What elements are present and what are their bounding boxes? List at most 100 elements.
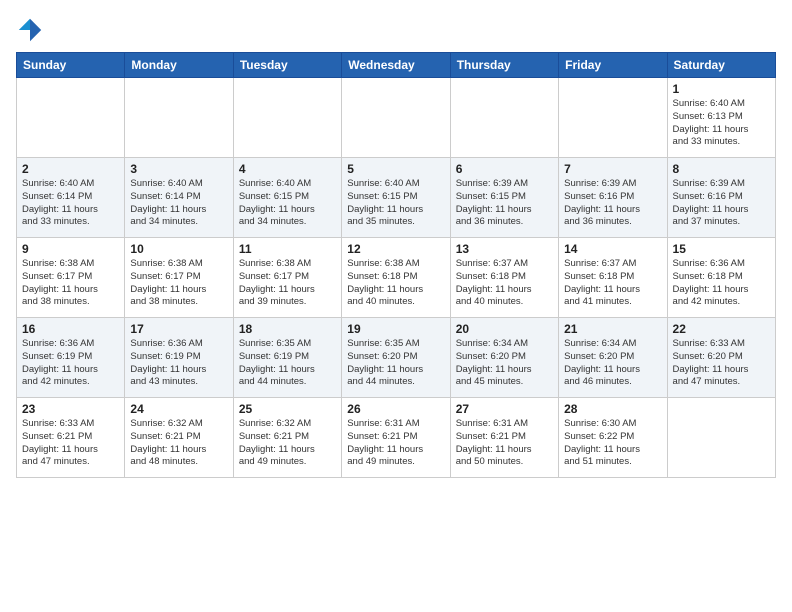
day-number: 18: [239, 322, 336, 336]
calendar-cell: [450, 78, 558, 158]
calendar-cell: 17 Sunrise: 6:36 AM Sunset: 6:19 PM Dayli…: [125, 318, 233, 398]
day-info: Sunrise: 6:36 AM Sunset: 6:19 PM Dayligh…: [22, 338, 119, 389]
day-number: 22: [673, 322, 770, 336]
day-info: Sunrise: 6:32 AM Sunset: 6:21 PM Dayligh…: [130, 418, 227, 469]
day-info: Sunrise: 6:31 AM Sunset: 6:21 PM Dayligh…: [456, 418, 553, 469]
day-number: 15: [673, 242, 770, 256]
calendar-cell: 25Sunrise: 6:32 AM Sunset: 6:21 PM Dayli…: [233, 398, 341, 478]
calendar-cell: 7 Sunrise: 6:39 AM Sunset: 6:16 PM Daylig…: [559, 158, 667, 238]
calendar-week-1: 1 Sunrise: 6:40 AM Sunset: 6:13 PM Daylig…: [17, 78, 776, 158]
calendar-cell: [342, 78, 450, 158]
day-info: Sunrise: 6:37 AM Sunset: 6:18 PM Dayligh…: [564, 258, 661, 309]
day-info: Sunrise: 6:30 AM Sunset: 6:22 PM Dayligh…: [564, 418, 661, 469]
day-info: Sunrise: 6:39 AM Sunset: 6:15 PM Dayligh…: [456, 178, 553, 229]
day-number: 4: [239, 162, 336, 176]
day-info: Sunrise: 6:36 AM Sunset: 6:18 PM Dayligh…: [673, 258, 770, 309]
day-number: 5: [347, 162, 444, 176]
day-number: 27: [456, 402, 553, 416]
day-number: 12: [347, 242, 444, 256]
day-number: 21: [564, 322, 661, 336]
calendar-cell: 21 Sunrise: 6:34 AM Sunset: 6:20 PM Dayli…: [559, 318, 667, 398]
calendar-cell: 3 Sunrise: 6:40 AM Sunset: 6:14 PM Daylig…: [125, 158, 233, 238]
day-info: Sunrise: 6:34 AM Sunset: 6:20 PM Dayligh…: [564, 338, 661, 389]
calendar-cell: 27 Sunrise: 6:31 AM Sunset: 6:21 PM Dayli…: [450, 398, 558, 478]
day-number: 28: [564, 402, 661, 416]
day-info: Sunrise: 6:40 AM Sunset: 6:14 PM Dayligh…: [130, 178, 227, 229]
day-number: 10: [130, 242, 227, 256]
calendar-cell: 1 Sunrise: 6:40 AM Sunset: 6:13 PM Daylig…: [667, 78, 775, 158]
column-header-tuesday: Tuesday: [233, 53, 341, 78]
calendar-cell: 20 Sunrise: 6:34 AM Sunset: 6:20 PM Dayli…: [450, 318, 558, 398]
day-info: Sunrise: 6:38 AM Sunset: 6:18 PM Dayligh…: [347, 258, 444, 309]
day-info: Sunrise: 6:33 AM Sunset: 6:21 PM Dayligh…: [22, 418, 119, 469]
day-number: 9: [22, 242, 119, 256]
calendar-header-row: SundayMondayTuesdayWednesdayThursdayFrid…: [17, 53, 776, 78]
day-number: 11: [239, 242, 336, 256]
calendar-cell: [667, 398, 775, 478]
day-number: 7: [564, 162, 661, 176]
calendar-week-5: 23 Sunrise: 6:33 AM Sunset: 6:21 PM Dayli…: [17, 398, 776, 478]
day-info: Sunrise: 6:35 AM Sunset: 6:19 PM Dayligh…: [239, 338, 336, 389]
calendar-cell: 28 Sunrise: 6:30 AM Sunset: 6:22 PM Dayli…: [559, 398, 667, 478]
day-info: Sunrise: 6:36 AM Sunset: 6:19 PM Dayligh…: [130, 338, 227, 389]
calendar-cell: 13 Sunrise: 6:37 AM Sunset: 6:18 PM Dayli…: [450, 238, 558, 318]
day-info: Sunrise: 6:37 AM Sunset: 6:18 PM Dayligh…: [456, 258, 553, 309]
day-number: 19: [347, 322, 444, 336]
day-number: 14: [564, 242, 661, 256]
calendar-cell: [125, 78, 233, 158]
calendar-cell: 9 Sunrise: 6:38 AM Sunset: 6:17 PM Daylig…: [17, 238, 125, 318]
calendar-week-2: 2 Sunrise: 6:40 AM Sunset: 6:14 PM Daylig…: [17, 158, 776, 238]
column-header-monday: Monday: [125, 53, 233, 78]
day-info: Sunrise: 6:31 AM Sunset: 6:21 PM Dayligh…: [347, 418, 444, 469]
calendar-cell: 6Sunrise: 6:39 AM Sunset: 6:15 PM Daylig…: [450, 158, 558, 238]
day-number: 1: [673, 82, 770, 96]
calendar-cell: 12 Sunrise: 6:38 AM Sunset: 6:18 PM Dayli…: [342, 238, 450, 318]
page-header: [16, 16, 776, 44]
calendar-cell: [17, 78, 125, 158]
calendar-cell: 26 Sunrise: 6:31 AM Sunset: 6:21 PM Dayli…: [342, 398, 450, 478]
day-number: 17: [130, 322, 227, 336]
calendar-cell: [559, 78, 667, 158]
calendar-cell: 8 Sunrise: 6:39 AM Sunset: 6:16 PM Daylig…: [667, 158, 775, 238]
day-number: 23: [22, 402, 119, 416]
day-number: 16: [22, 322, 119, 336]
day-info: Sunrise: 6:38 AM Sunset: 6:17 PM Dayligh…: [239, 258, 336, 309]
logo-icon: [16, 16, 44, 44]
day-info: Sunrise: 6:40 AM Sunset: 6:15 PM Dayligh…: [347, 178, 444, 229]
day-number: 20: [456, 322, 553, 336]
day-info: Sunrise: 6:35 AM Sunset: 6:20 PM Dayligh…: [347, 338, 444, 389]
calendar-cell: 15 Sunrise: 6:36 AM Sunset: 6:18 PM Dayli…: [667, 238, 775, 318]
day-number: 2: [22, 162, 119, 176]
calendar-cell: 14 Sunrise: 6:37 AM Sunset: 6:18 PM Dayli…: [559, 238, 667, 318]
day-info: Sunrise: 6:39 AM Sunset: 6:16 PM Dayligh…: [673, 178, 770, 229]
column-header-friday: Friday: [559, 53, 667, 78]
calendar-table: SundayMondayTuesdayWednesdayThursdayFrid…: [16, 52, 776, 478]
day-info: Sunrise: 6:39 AM Sunset: 6:16 PM Dayligh…: [564, 178, 661, 229]
calendar-cell: 16 Sunrise: 6:36 AM Sunset: 6:19 PM Dayli…: [17, 318, 125, 398]
calendar-week-4: 16 Sunrise: 6:36 AM Sunset: 6:19 PM Dayli…: [17, 318, 776, 398]
calendar-cell: 10 Sunrise: 6:38 AM Sunset: 6:17 PM Dayli…: [125, 238, 233, 318]
calendar-cell: 22 Sunrise: 6:33 AM Sunset: 6:20 PM Dayli…: [667, 318, 775, 398]
calendar-cell: 23 Sunrise: 6:33 AM Sunset: 6:21 PM Dayli…: [17, 398, 125, 478]
day-info: Sunrise: 6:40 AM Sunset: 6:13 PM Dayligh…: [673, 98, 770, 149]
column-header-sunday: Sunday: [17, 53, 125, 78]
column-header-wednesday: Wednesday: [342, 53, 450, 78]
day-number: 13: [456, 242, 553, 256]
logo: [16, 16, 48, 44]
calendar-cell: 18 Sunrise: 6:35 AM Sunset: 6:19 PM Dayli…: [233, 318, 341, 398]
day-number: 3: [130, 162, 227, 176]
day-number: 25: [239, 402, 336, 416]
day-info: Sunrise: 6:40 AM Sunset: 6:15 PM Dayligh…: [239, 178, 336, 229]
day-info: Sunrise: 6:33 AM Sunset: 6:20 PM Dayligh…: [673, 338, 770, 389]
calendar-cell: 24 Sunrise: 6:32 AM Sunset: 6:21 PM Dayli…: [125, 398, 233, 478]
column-header-saturday: Saturday: [667, 53, 775, 78]
day-number: 26: [347, 402, 444, 416]
day-info: Sunrise: 6:40 AM Sunset: 6:14 PM Dayligh…: [22, 178, 119, 229]
day-number: 8: [673, 162, 770, 176]
day-info: Sunrise: 6:34 AM Sunset: 6:20 PM Dayligh…: [456, 338, 553, 389]
day-info: Sunrise: 6:38 AM Sunset: 6:17 PM Dayligh…: [130, 258, 227, 309]
day-number: 24: [130, 402, 227, 416]
day-info: Sunrise: 6:38 AM Sunset: 6:17 PM Dayligh…: [22, 258, 119, 309]
calendar-week-3: 9 Sunrise: 6:38 AM Sunset: 6:17 PM Daylig…: [17, 238, 776, 318]
calendar-cell: 5 Sunrise: 6:40 AM Sunset: 6:15 PM Daylig…: [342, 158, 450, 238]
